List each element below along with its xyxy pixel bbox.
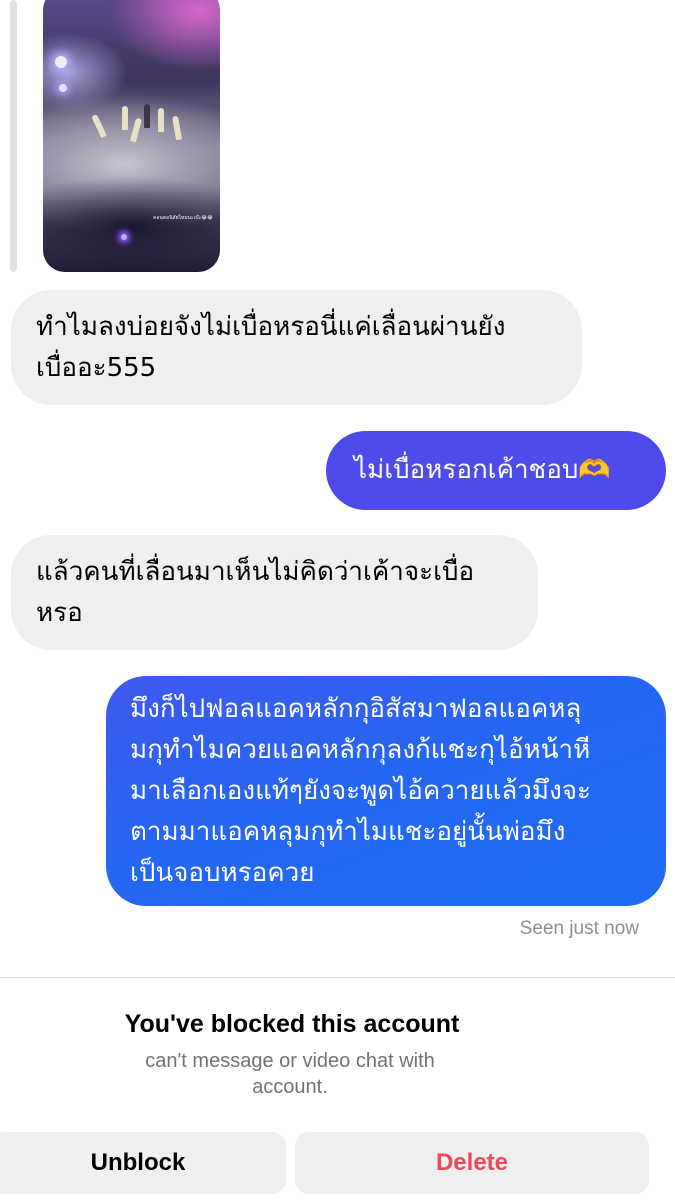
performer-figure [144, 104, 150, 128]
blocked-notice-title: You've blocked this account [124, 1010, 460, 1038]
performer-figure [129, 117, 143, 143]
delete-button[interactable]: Delete [295, 1132, 649, 1194]
section-divider [0, 977, 675, 978]
delete-button-label: Delete [435, 1149, 509, 1176]
incoming-message-bubble[interactable]: แล้วคนที่เลื่อนมาเห็นไม่คิดว่าเค้าจะเบื่… [11, 535, 538, 650]
performer-figure [122, 106, 128, 130]
stage-light [121, 234, 127, 240]
story-reply-thumbnail[interactable]: คอนคอนิสัยไหมนะเบ๊ะ😂😂 [43, 0, 220, 272]
outgoing-message-bubble[interactable]: ไม่เบื่อหรอกเค้าชอบ🫶 [326, 431, 666, 510]
incoming-message-bubble[interactable]: ทำไมลงบ่อยจังไม่เบื่อหรอนี่แค่เลื่อนผ่าน… [11, 290, 582, 405]
performer-figure [171, 115, 183, 141]
outgoing-message-bubble[interactable]: มึงก็ไปฟอลแอคหลักกุอิสัสมาฟอลแอคหลุ มกุท… [106, 676, 666, 906]
reply-indicator-bar [10, 0, 17, 272]
story-caption: คอนคอนิสัยไหมนะเบ๊ะ😂😂 [153, 215, 213, 221]
seen-status: Seen just now [519, 918, 639, 939]
blocked-notice-message: can't message or video chat with account… [145, 1050, 435, 1098]
performer-figure [158, 108, 164, 132]
unblock-button[interactable]: Unblock [0, 1132, 286, 1194]
stage-light [55, 56, 67, 68]
stage-light [59, 84, 67, 92]
performer-figure [91, 113, 107, 139]
unblock-button-label: Unblock [90, 1149, 186, 1176]
